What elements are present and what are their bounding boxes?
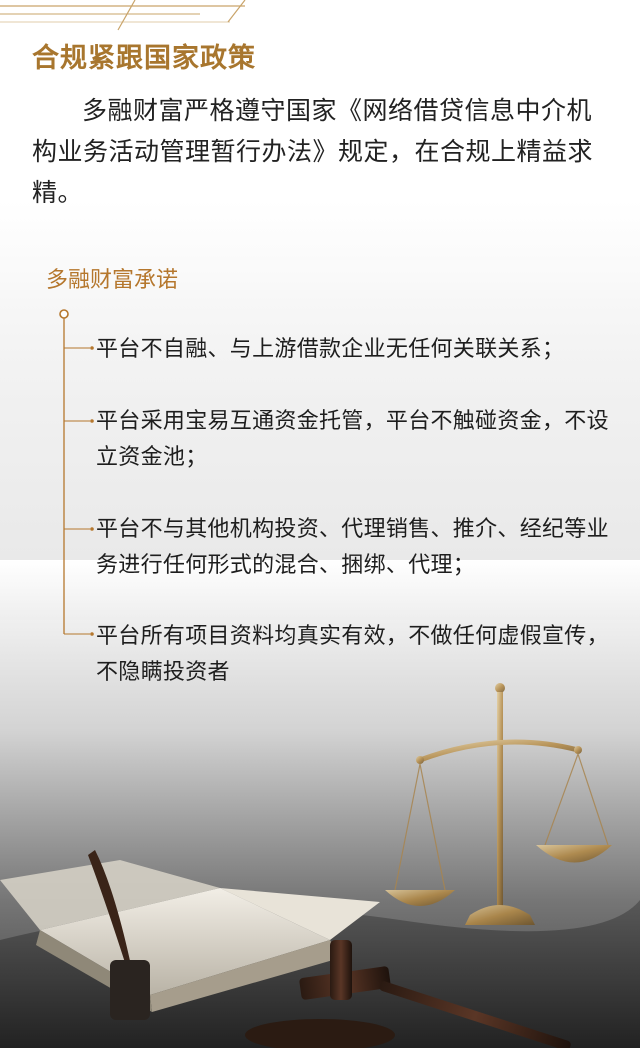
- intro-paragraph: 多融财富严格遵守国家《网络借贷信息中介机构业务活动管理暂行办法》规定，在合规上精…: [32, 96, 594, 207]
- commitment-item-3: 平台不与其他机构投资、代理销售、推介、经纪等业务进行任何形式的混合、捆绑、代理；: [96, 517, 609, 578]
- timeline-start-dot: [59, 309, 69, 319]
- commitments-heading: 多融财富承诺: [46, 268, 179, 293]
- commitments-timeline: [59, 309, 94, 636]
- compliance-page: 合规紧跟国家政策 多融财富严格遵守国家《网络借贷信息中介机构业务活动管理暂行办法…: [0, 0, 640, 1048]
- top-decoration-lines: [0, 0, 246, 31]
- commitment-item-1: 平台不自融、与上游借款企业无任何关联关系；: [96, 337, 565, 362]
- section-title: 合规紧跟国家政策: [32, 43, 256, 74]
- commitment-item-2: 平台采用宝易互通资金托管，平台不触碰资金，不设立资金池；: [96, 409, 609, 470]
- legal-scene-illustration: [0, 683, 640, 1048]
- scales-of-justice-icon: [385, 683, 612, 925]
